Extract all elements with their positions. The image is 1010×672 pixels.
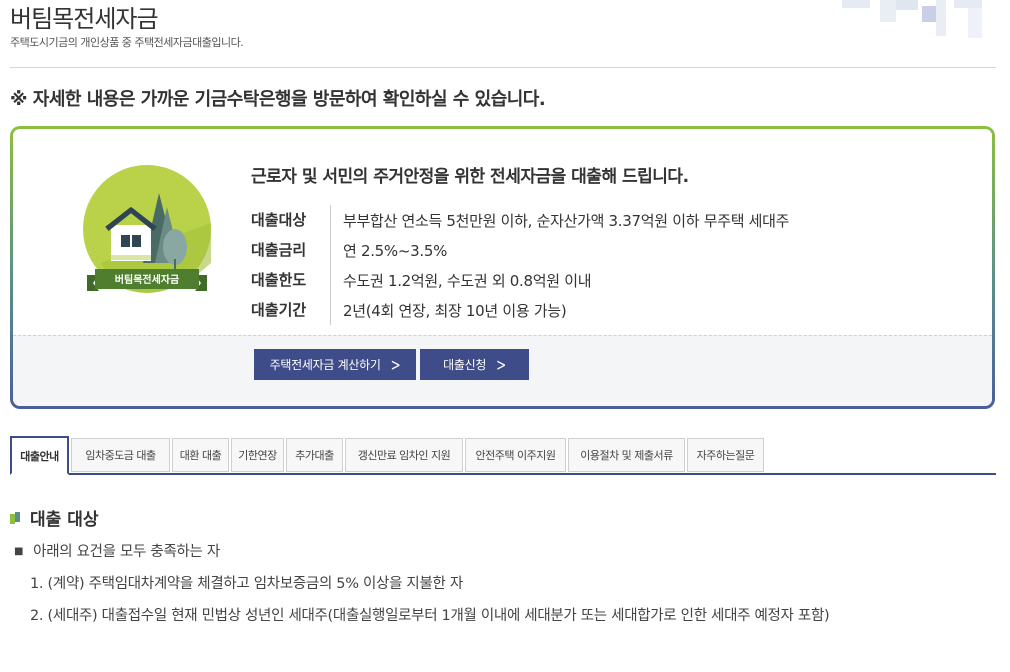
- section-bullet-icon: [10, 511, 20, 524]
- loan-calculator-button[interactable]: 주택전세자금 계산하기 >: [254, 349, 416, 380]
- summary-row-limit: 대출한도 수도권 1.2억원, 수도권 외 0.8억원 이내: [251, 265, 789, 295]
- calculator-button-label: 주택전세자금 계산하기: [269, 358, 381, 372]
- page-title: 버팀목전세자금: [10, 5, 159, 33]
- tab-extension[interactable]: 기한연장: [231, 438, 284, 472]
- row-label: 대출기간: [251, 295, 331, 325]
- tab-additional-loan[interactable]: 추가대출: [286, 438, 343, 472]
- section-heading: 대출 대상: [30, 510, 99, 530]
- intro-line: ■ 아래의 요건을 모두 충족하는 자: [14, 540, 990, 564]
- chevron-right-icon: >: [390, 354, 401, 375]
- tab-renewal-tenant-support[interactable]: 갱신만료 임차인 지원: [345, 438, 463, 472]
- list-item: 2. (세대주) 대출접수일 현재 민법상 성년인 세대주(대출실행일로부터 1…: [30, 608, 830, 624]
- summary-row-period: 대출기간 2년(4회 연장, 최장 10년 이용 가능): [251, 295, 789, 325]
- bullet-dot-icon: ■: [14, 546, 24, 557]
- intro-text: 아래의 요건을 모두 충족하는 자: [33, 544, 220, 560]
- row-value: 부부합산 연소득 5천만원 이하, 순자산가액 3.37억원 이하 무주택 세대…: [343, 211, 790, 230]
- loan-summary-box: 버팀목전세자금 근로자 및 서민의 주거안정을 위한 전세자금을 대출해 드립니…: [10, 126, 995, 409]
- row-value: 2년(4회 연장, 최장 10년 이용 가능): [343, 301, 567, 320]
- list-item: 1. (계약) 주택임대차계약을 체결하고 임차보증금의 5% 이상을 지불한 …: [30, 576, 463, 592]
- apply-button-label: 대출신청: [443, 358, 487, 372]
- row-value: 연 2.5%~3.5%: [343, 241, 448, 260]
- page-subtitle: 주택도시기금의 개인상품 중 주택전세자금대출입니다.: [10, 36, 244, 49]
- summary-row-rate: 대출금리 연 2.5%~3.5%: [251, 235, 789, 265]
- emblem-label: 버팀목전세자금: [115, 273, 179, 286]
- loan-apply-button[interactable]: 대출신청 >: [420, 349, 529, 380]
- requirement-list: 1. (계약) 주택임대차계약을 체결하고 임차보증금의 5% 이상을 지불한 …: [30, 572, 990, 629]
- tab-procedure-documents[interactable]: 이용절차 및 제출서류: [568, 438, 685, 472]
- tab-faq[interactable]: 자주하는질문: [687, 438, 764, 472]
- page-header: 버팀목전세자금 주택도시기금의 개인상품 중 주택전세자금대출입니다.: [10, 2, 244, 50]
- summary-row-target: 대출대상 부부합산 연소득 5천만원 이하, 순자산가액 3.37억원 이하 무…: [251, 205, 789, 235]
- section-title: 대출 대상: [10, 505, 98, 530]
- section-content: ■ 아래의 요건을 모두 충족하는 자 1. (계약) 주택임대차계약을 체결하…: [14, 540, 990, 636]
- tab-loan-guide[interactable]: 대출안내: [10, 436, 69, 475]
- tab-refinance-loan[interactable]: 대환 대출: [172, 438, 229, 472]
- row-label: 대출한도: [251, 265, 331, 295]
- header-divider: [10, 67, 996, 68]
- summary-headline: 근로자 및 서민의 주거안정을 위한 전세자금을 대출해 드립니다.: [251, 167, 689, 187]
- row-label: 대출금리: [251, 235, 331, 265]
- tab-safe-housing-relocation[interactable]: 안전주택 이주지원: [465, 438, 566, 472]
- summary-rows: 대출대상 부부합산 연소득 5천만원 이하, 순자산가액 3.37억원 이하 무…: [251, 205, 789, 325]
- summary-top: 버팀목전세자금 근로자 및 서민의 주거안정을 위한 전세자금을 대출해 드립니…: [13, 129, 992, 335]
- chevron-right-icon: >: [496, 354, 506, 375]
- tab-interim-payment-loan[interactable]: 임차중도금 대출: [71, 438, 170, 472]
- header-decoration: [836, 0, 996, 40]
- row-label: 대출대상: [251, 205, 331, 235]
- notice-text: ※ 자세한 내용은 가까운 기금수탁은행을 방문하여 확인하실 수 있습니다.: [10, 89, 546, 110]
- row-value: 수도권 1.2억원, 수도권 외 0.8억원 이내: [343, 271, 592, 290]
- content-tabs: 대출안내 임차중도금 대출 대환 대출 기한연장 추가대출 갱신만료 임차인 지…: [10, 436, 996, 475]
- house-emblem-icon: 버팀목전세자금: [83, 165, 211, 293]
